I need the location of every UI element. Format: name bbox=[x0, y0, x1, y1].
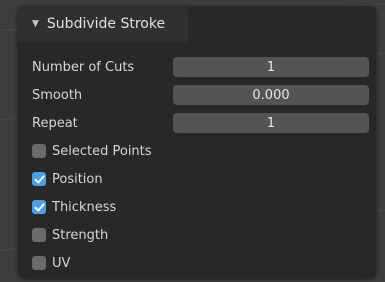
number-of-cuts-label: Number of Cuts bbox=[32, 59, 135, 75]
panel-title: Subdivide Stroke bbox=[46, 16, 166, 32]
repeat-field[interactable]: 1 bbox=[173, 113, 369, 133]
uv-checkbox[interactable] bbox=[32, 256, 46, 270]
repeat-label: Repeat bbox=[32, 115, 78, 131]
smooth-field[interactable]: 0.000 bbox=[173, 85, 369, 105]
selected-points-checkbox[interactable] bbox=[32, 144, 46, 158]
smooth-row: Smooth 0.000 bbox=[18, 84, 376, 106]
selected-points-label: Selected Points bbox=[52, 143, 152, 159]
triangle-down-icon[interactable]: ▼ bbox=[32, 19, 39, 29]
subdivide-stroke-panel: ▼ Subdivide Stroke Number of Cuts 1 Smoo… bbox=[18, 6, 376, 278]
thickness-option[interactable]: Thickness bbox=[32, 197, 116, 217]
position-checkbox[interactable] bbox=[32, 172, 46, 186]
checkmark-icon bbox=[34, 202, 45, 211]
thickness-label: Thickness bbox=[52, 199, 117, 215]
strength-label: Strength bbox=[52, 227, 109, 243]
panel-header-tail bbox=[188, 6, 376, 42]
strength-checkbox[interactable] bbox=[32, 228, 46, 242]
smooth-label: Smooth bbox=[32, 87, 83, 103]
thickness-checkbox[interactable] bbox=[32, 200, 46, 214]
uv-option[interactable]: UV bbox=[32, 253, 70, 273]
panel-header[interactable]: ▼ Subdivide Stroke bbox=[18, 6, 188, 42]
uv-label: UV bbox=[52, 255, 71, 271]
number-of-cuts-field[interactable]: 1 bbox=[173, 57, 369, 77]
position-option[interactable]: Position bbox=[32, 169, 103, 189]
repeat-row: Repeat 1 bbox=[18, 112, 376, 134]
strength-option[interactable]: Strength bbox=[32, 225, 108, 245]
viewport-background: ▼ Subdivide Stroke Number of Cuts 1 Smoo… bbox=[0, 0, 385, 282]
position-label: Position bbox=[52, 171, 103, 187]
selected-points-option[interactable]: Selected Points bbox=[32, 141, 152, 161]
number-of-cuts-row: Number of Cuts 1 bbox=[18, 56, 376, 78]
checkmark-icon bbox=[34, 174, 45, 183]
